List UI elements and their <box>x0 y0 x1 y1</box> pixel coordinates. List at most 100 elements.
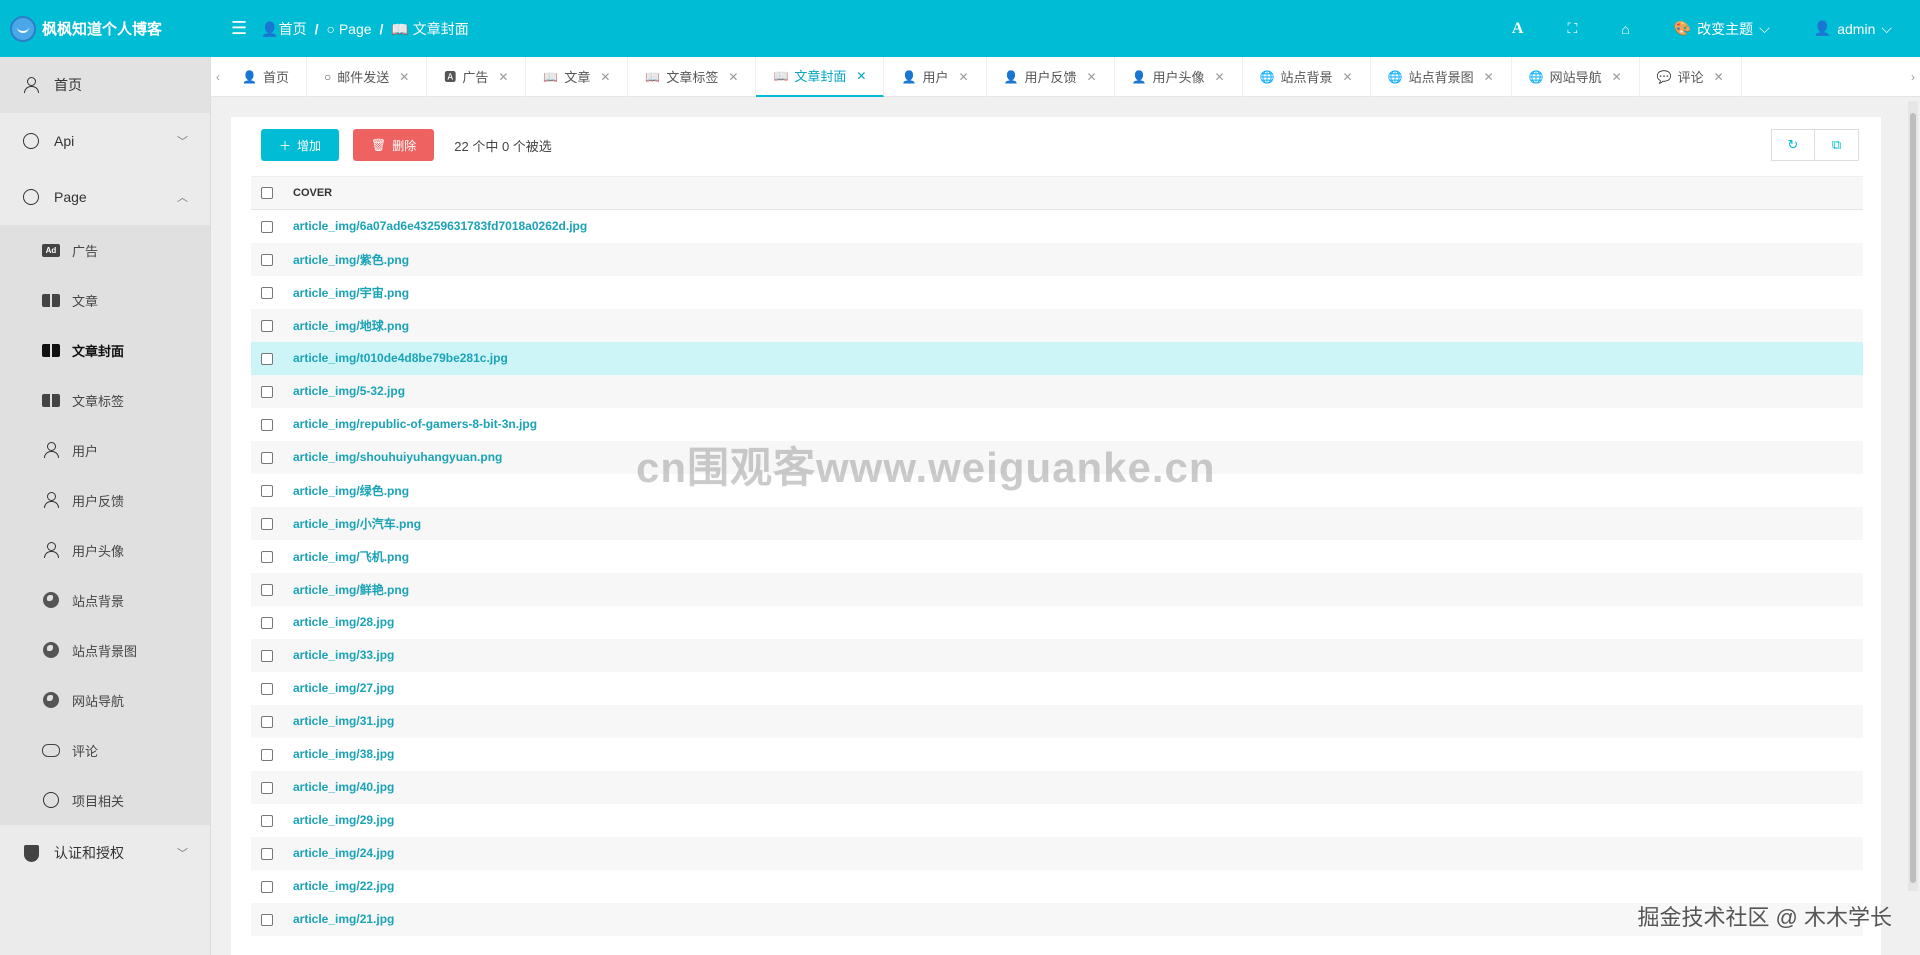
sidebar-item-article-tag[interactable]: 文章标签 <box>0 375 210 425</box>
cover-link[interactable]: article_img/31.jpg <box>293 714 394 728</box>
table-row[interactable]: article_img/28.jpg <box>251 606 1863 639</box>
tab-article-cover[interactable]: 📖 文章封面 ✕ <box>756 56 885 97</box>
table-row[interactable]: article_img/5-32.jpg <box>251 374 1863 408</box>
cover-link[interactable]: article_img/飞机.png <box>293 550 409 564</box>
table-row[interactable]: article_img/小汽车.png <box>251 506 1863 540</box>
table-row[interactable]: article_img/绿色.png <box>251 474 1863 507</box>
row-checkbox[interactable] <box>261 880 273 893</box>
close-icon[interactable]: ✕ <box>1343 70 1353 84</box>
row-checkbox[interactable] <box>261 221 273 234</box>
tab-scroll-right-icon[interactable]: › <box>1906 70 1920 84</box>
sidebar-item-article-cover[interactable]: 文章封面 <box>0 325 210 375</box>
sidebar-group-auth[interactable]: 认证和授权 ﹀ <box>0 825 210 881</box>
tab-article[interactable]: 📖 文章 ✕ <box>526 56 629 97</box>
cover-link[interactable]: article_img/6a07ad6e43259631783fd7018a02… <box>293 219 587 233</box>
table-row[interactable]: article_img/33.jpg <box>251 638 1863 672</box>
row-checkbox[interactable] <box>261 649 273 662</box>
select-all-checkbox[interactable] <box>261 187 273 200</box>
sidebar-group-api[interactable]: Api ﹀ <box>0 113 210 169</box>
row-checkbox[interactable] <box>261 451 273 464</box>
tab-home[interactable]: 👤 首页 <box>225 56 307 97</box>
tab-user-avatar[interactable]: 👤 用户头像 ✕ <box>1115 56 1243 97</box>
sidebar-item-user-avatar[interactable]: 用户头像 <box>0 525 210 575</box>
table-row[interactable]: article_img/宇宙.png <box>251 276 1863 309</box>
cover-link[interactable]: article_img/t010de4d8be79be281c.jpg <box>293 351 508 365</box>
table-row[interactable]: article_img/31.jpg <box>251 704 1863 738</box>
refresh-icon[interactable]: ↻ <box>1771 129 1815 161</box>
tab-ad[interactable]: 🅰 广告 ✕ <box>427 56 527 97</box>
row-checkbox[interactable] <box>261 418 273 431</box>
table-row[interactable]: article_img/t010de4d8be79be281c.jpg <box>251 341 1863 375</box>
tab-site-background-image[interactable]: 🌐 站点背景图 ✕ <box>1371 56 1512 97</box>
table-row[interactable]: article_img/飞机.png <box>251 540 1863 573</box>
close-icon[interactable]: ✕ <box>600 70 610 84</box>
table-row[interactable]: article_img/6a07ad6e43259631783fd7018a02… <box>251 210 1863 243</box>
tab-scroll-left-icon[interactable]: ‹ <box>211 70 225 84</box>
sidebar-group-page[interactable]: Page ︿ <box>0 169 210 225</box>
cover-link[interactable]: article_img/38.jpg <box>293 747 394 761</box>
table-row[interactable]: article_img/republic-of-gamers-8-bit-3n.… <box>251 408 1863 441</box>
fullscreen-icon[interactable]: ⛶ <box>1567 20 1577 37</box>
table-row[interactable]: article_img/38.jpg <box>251 738 1863 771</box>
table-row[interactable]: article_img/shouhuiyuhangyuan.png <box>251 440 1863 474</box>
tab-user[interactable]: 👤 用户 ✕ <box>884 56 987 97</box>
row-checkbox[interactable] <box>261 781 273 794</box>
row-checkbox[interactable] <box>261 913 273 926</box>
sidebar-item-comment[interactable]: 评论 <box>0 725 210 775</box>
sidebar-item-user-feedback[interactable]: 用户反馈 <box>0 475 210 525</box>
row-checkbox[interactable] <box>261 814 273 827</box>
cover-link[interactable]: article_img/29.jpg <box>293 813 394 827</box>
tab-article-tag[interactable]: 📖 文章标签 ✕ <box>628 56 757 97</box>
cover-link[interactable]: article_img/绿色.png <box>293 484 409 498</box>
close-icon[interactable]: ✕ <box>1484 70 1494 84</box>
table-row[interactable]: article_img/地球.png <box>251 308 1863 342</box>
cover-link[interactable]: article_img/地球.png <box>293 319 409 333</box>
delete-button[interactable]: 🗑 删除 <box>353 129 435 161</box>
close-icon[interactable]: ✕ <box>958 70 968 84</box>
close-icon[interactable]: ✕ <box>399 70 409 84</box>
row-checkbox[interactable] <box>261 847 273 860</box>
table-row[interactable]: article_img/紫色.png <box>251 242 1863 276</box>
close-icon[interactable]: ✕ <box>1086 70 1096 84</box>
cover-link[interactable]: article_img/shouhuiyuhangyuan.png <box>293 450 502 464</box>
sidebar-item-user[interactable]: 用户 <box>0 425 210 475</box>
row-checkbox[interactable] <box>261 517 273 530</box>
close-icon[interactable]: ✕ <box>856 69 866 83</box>
row-checkbox[interactable] <box>261 616 273 629</box>
row-checkbox[interactable] <box>261 748 273 761</box>
home-icon[interactable]: ⌂ <box>1621 21 1629 37</box>
site-logo[interactable]: 枫枫知道个人博客 <box>0 0 211 57</box>
row-checkbox[interactable] <box>261 352 273 365</box>
export-icon[interactable]: ⧉ <box>1815 129 1859 161</box>
add-button[interactable]: ＋增加 <box>261 129 340 161</box>
row-checkbox[interactable] <box>261 682 273 695</box>
sidebar-item-ad[interactable]: Ad 广告 <box>0 225 210 275</box>
sidebar-item-article[interactable]: 文章 <box>0 275 210 325</box>
cover-link[interactable]: article_img/5-32.jpg <box>293 384 405 398</box>
font-size-icon[interactable]: A <box>1512 20 1524 38</box>
cover-link[interactable]: article_img/鲜艳.png <box>293 583 409 597</box>
table-row[interactable]: article_img/22.jpg <box>251 870 1863 903</box>
tab-site-background[interactable]: 🌐 站点背景 ✕ <box>1243 56 1371 97</box>
cover-link[interactable]: article_img/宇宙.png <box>293 286 409 300</box>
table-row[interactable]: article_img/29.jpg <box>251 804 1863 837</box>
user-menu[interactable]: 👤 admin ⌵ <box>1814 20 1892 37</box>
sidebar-item-site-background[interactable]: 站点背景 <box>0 575 210 625</box>
breadcrumb-page[interactable]: ○ Page <box>326 21 371 37</box>
tab-user-feedback[interactable]: 👤 用户反馈 ✕ <box>987 56 1115 97</box>
close-icon[interactable]: ✕ <box>1215 70 1225 84</box>
close-icon[interactable]: ✕ <box>728 70 738 84</box>
sidebar-item-site-nav[interactable]: 网站导航 <box>0 675 210 725</box>
tab-email[interactable]: ○ 邮件发送 ✕ <box>307 56 428 97</box>
change-theme-button[interactable]: 🎨 改变主题 ⌵ <box>1674 19 1770 39</box>
cover-link[interactable]: article_img/republic-of-gamers-8-bit-3n.… <box>293 417 537 431</box>
table-row[interactable]: article_img/24.jpg <box>251 836 1863 870</box>
table-row[interactable]: article_img/40.jpg <box>251 770 1863 804</box>
cover-link[interactable]: article_img/40.jpg <box>293 780 394 794</box>
row-checkbox[interactable] <box>261 253 273 266</box>
cover-link[interactable]: article_img/27.jpg <box>293 681 394 695</box>
cover-link[interactable]: article_img/21.jpg <box>293 912 394 926</box>
menu-toggle-icon[interactable]: ☰ <box>231 18 247 39</box>
page-scrollbar[interactable] <box>1908 101 1918 891</box>
table-row[interactable]: article_img/27.jpg <box>251 672 1863 705</box>
